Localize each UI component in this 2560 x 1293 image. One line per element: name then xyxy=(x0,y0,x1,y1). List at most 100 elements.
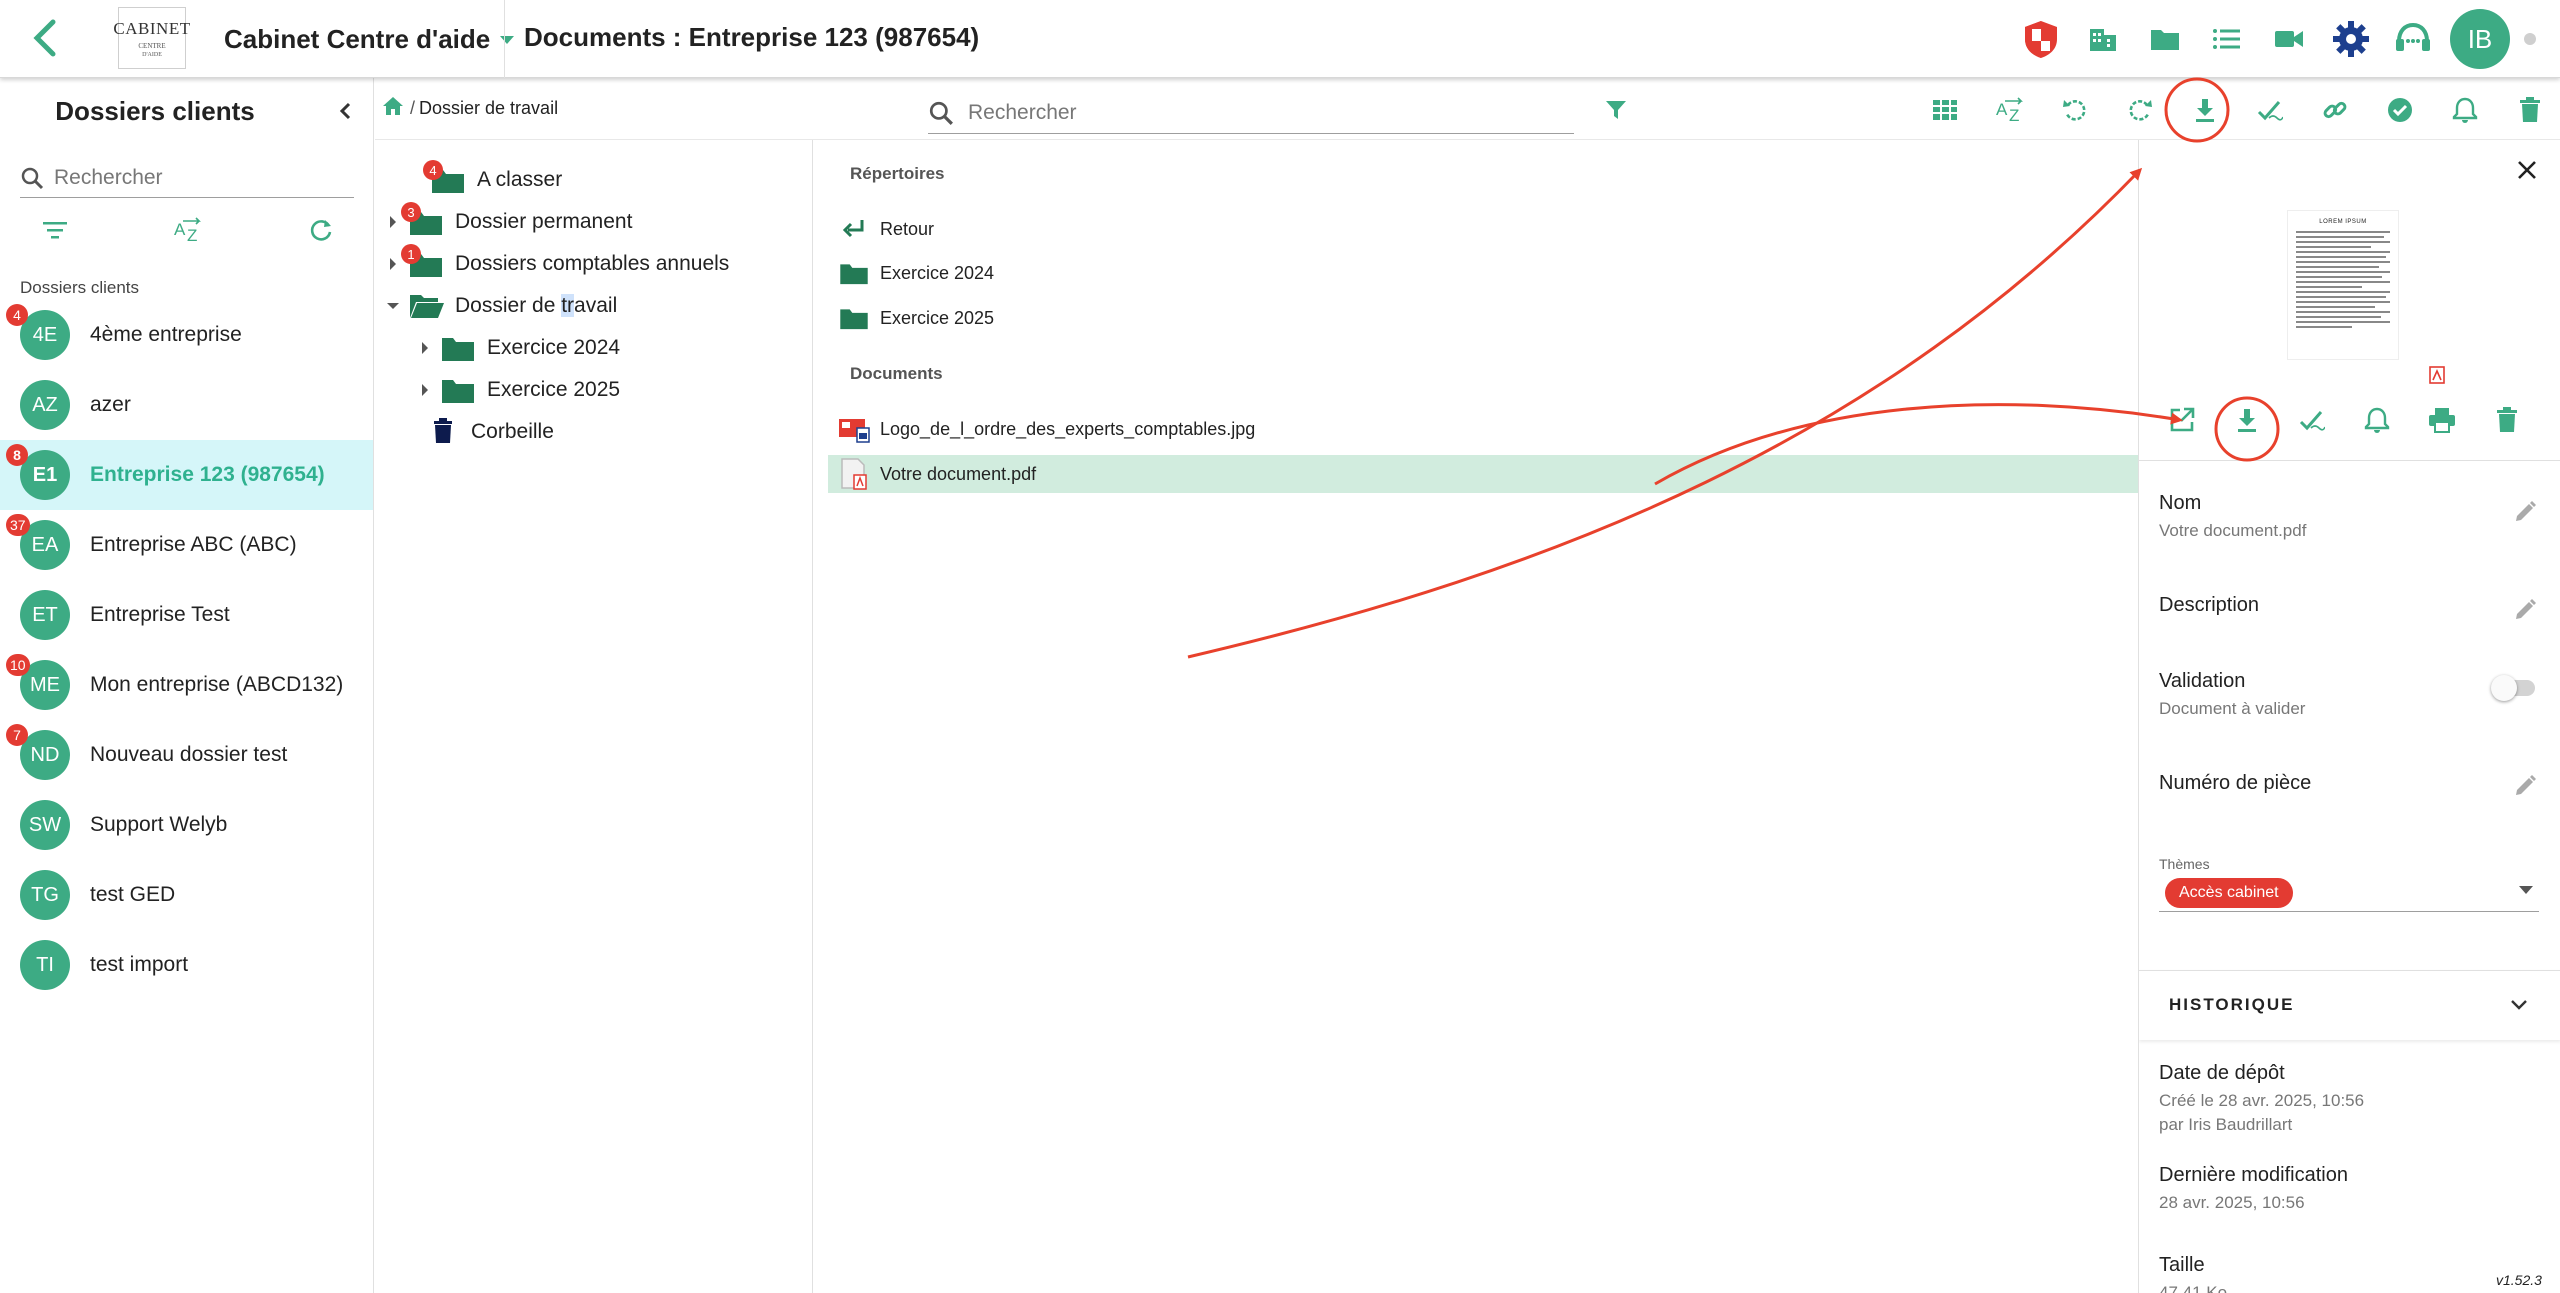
collapse-sidebar-button[interactable] xyxy=(330,96,360,126)
client-item[interactable]: TG test GED xyxy=(0,860,373,930)
client-avatar: TG xyxy=(20,870,70,920)
item-label: Retour xyxy=(880,218,935,239)
expand-arrow-icon[interactable] xyxy=(417,382,433,398)
tree-item-dossier-permanent[interactable]: 3 Dossier permanent xyxy=(385,202,632,242)
sidebar-search-input[interactable] xyxy=(54,165,334,190)
folder-icon xyxy=(838,259,870,287)
tree-item-label: Exercice 2024 xyxy=(487,336,621,359)
client-name: test GED xyxy=(90,883,176,906)
validate-button[interactable] xyxy=(2367,84,2432,136)
count-badge: 37 xyxy=(6,514,30,536)
client-item-active[interactable]: E1 8 Entreprise 123 (987654) xyxy=(0,440,373,510)
delete-button[interactable] xyxy=(2497,84,2560,136)
expand-arrow-icon[interactable] xyxy=(417,340,433,356)
documents-button[interactable] xyxy=(2140,14,2190,64)
filter-funnel-icon xyxy=(1606,101,1626,119)
expand-arrow-icon[interactable] xyxy=(385,256,401,272)
user-avatar[interactable]: IB xyxy=(2450,9,2510,69)
home-button[interactable] xyxy=(382,96,404,121)
expand-arrow-icon[interactable] xyxy=(385,214,401,230)
rotate-right-button[interactable] xyxy=(2107,84,2172,136)
document-list: Répertoires Retour Exercice 2024 Exercic… xyxy=(814,140,2138,1293)
count-badge: 10 xyxy=(6,654,30,676)
count-badge: 1 xyxy=(401,244,421,264)
rotate-left-button[interactable] xyxy=(2042,84,2107,136)
validation-toggle[interactable] xyxy=(2491,675,2535,701)
sort-alpha-button[interactable]: AZ xyxy=(1977,84,2042,136)
cabinet-select[interactable]: Cabinet Centre d'aide xyxy=(224,22,515,56)
back-folder-item[interactable]: Retour xyxy=(828,210,2138,248)
tree-item-dossier-de-travail[interactable]: Dossier de travail xyxy=(385,286,617,326)
check-circle-icon xyxy=(2387,98,2412,122)
client-name: Entreprise Test xyxy=(90,603,230,626)
client-avatar: TI xyxy=(20,940,70,990)
folder-item-exercice-2024[interactable]: Exercice 2024 xyxy=(828,254,2138,292)
tree-item-exercice-2025[interactable]: Exercice 2025 xyxy=(417,370,620,410)
printer-icon xyxy=(2428,408,2455,433)
filter-list-button[interactable] xyxy=(42,220,68,245)
folders-section-title: Répertoires xyxy=(850,164,945,183)
download-icon xyxy=(2237,409,2256,432)
refresh-icon xyxy=(310,219,332,241)
edit-name-button[interactable] xyxy=(2511,498,2539,526)
caret-down-icon xyxy=(500,36,515,44)
tree-item-a-classer[interactable]: 4 A classer xyxy=(407,160,562,200)
field-value: par Iris Baudrillart xyxy=(2159,1115,2293,1134)
notify-button[interactable] xyxy=(2432,84,2497,136)
folder-tree: 4 A classer 3 Dossier permanent 1 Dossie… xyxy=(375,140,813,1293)
client-item[interactable]: TI test import xyxy=(0,930,373,1000)
video-button[interactable] xyxy=(2264,14,2314,64)
client-item[interactable]: ND 7 Nouveau dossier test xyxy=(0,720,373,790)
client-item[interactable]: SW Support Welyb xyxy=(0,790,373,860)
field-last-modified: Dernière modification 28 avr. 2025, 10:5… xyxy=(2159,1164,2539,1213)
download-document-button[interactable] xyxy=(2214,392,2279,448)
pdf-badge-icon xyxy=(2429,366,2445,384)
sign-document-button[interactable] xyxy=(2279,392,2344,448)
share-link-button[interactable] xyxy=(2302,84,2367,136)
field-label: Validation xyxy=(2159,670,2246,692)
sort-alpha-button[interactable]: AZ xyxy=(173,216,203,248)
client-item[interactable]: ME 10 Mon entreprise (ABCD132) xyxy=(0,650,373,720)
tree-item-corbeille[interactable]: Corbeille xyxy=(409,412,554,452)
theme-chip[interactable]: Accès cabinet xyxy=(2165,878,2293,908)
breadcrumb-current[interactable]: Dossier de travail xyxy=(419,98,558,119)
list-button[interactable] xyxy=(2202,14,2252,64)
sign-button[interactable] xyxy=(2237,84,2302,136)
document-item-pdf-selected[interactable]: Votre document.pdf xyxy=(828,455,2138,493)
grid-view-button[interactable] xyxy=(1912,84,1977,136)
client-name: Support Welyb xyxy=(90,813,228,836)
document-thumbnail[interactable]: LOREM IPSUM xyxy=(2287,210,2399,360)
open-external-button[interactable] xyxy=(2149,392,2214,448)
edit-description-button[interactable] xyxy=(2511,596,2539,624)
back-button[interactable] xyxy=(22,16,66,60)
filter-button[interactable] xyxy=(1598,92,1634,128)
field-name: Nom Votre document.pdf xyxy=(2159,492,2539,541)
document-search-input[interactable] xyxy=(968,100,1548,125)
client-item[interactable]: 4E 4 4ème entreprise xyxy=(0,300,373,370)
close-panel-button[interactable] xyxy=(2511,154,2543,186)
themes-select[interactable]: Thèmes Accès cabinet xyxy=(2159,856,2539,912)
client-item[interactable]: AZ azer xyxy=(0,370,373,440)
edit-piece-button[interactable] xyxy=(2511,772,2539,800)
security-shield-button[interactable] xyxy=(2016,14,2066,64)
download-button[interactable] xyxy=(2172,84,2237,136)
delete-document-button[interactable] xyxy=(2474,392,2539,448)
document-item-jpg[interactable]: Logo_de_l_ordre_des_experts_comptables.j… xyxy=(828,410,2138,448)
collapse-arrow-icon[interactable] xyxy=(385,298,401,314)
client-item[interactable]: EA 37 Entreprise ABC (ABC) xyxy=(0,510,373,580)
field-value: 47,41 Ko xyxy=(2159,1283,2228,1293)
tree-item-exercice-2024[interactable]: Exercice 2024 xyxy=(417,328,620,368)
print-document-button[interactable] xyxy=(2409,392,2474,448)
history-header[interactable]: HISTORIQUE xyxy=(2139,970,2560,1040)
companies-button[interactable] xyxy=(2078,14,2128,64)
folder-item-exercice-2025[interactable]: Exercice 2025 xyxy=(828,299,2138,337)
settings-button[interactable] xyxy=(2326,14,2376,64)
tree-item-dossiers-comptables[interactable]: 1 Dossiers comptables annuels xyxy=(385,244,729,284)
refresh-button[interactable] xyxy=(308,217,334,248)
svg-text:Z: Z xyxy=(187,226,197,243)
bell-icon xyxy=(2452,97,2477,123)
field-value: 28 avr. 2025, 10:56 xyxy=(2159,1193,2305,1212)
client-item[interactable]: ET Entreprise Test xyxy=(0,580,373,650)
support-button[interactable] xyxy=(2388,14,2438,64)
notify-document-button[interactable] xyxy=(2344,392,2409,448)
